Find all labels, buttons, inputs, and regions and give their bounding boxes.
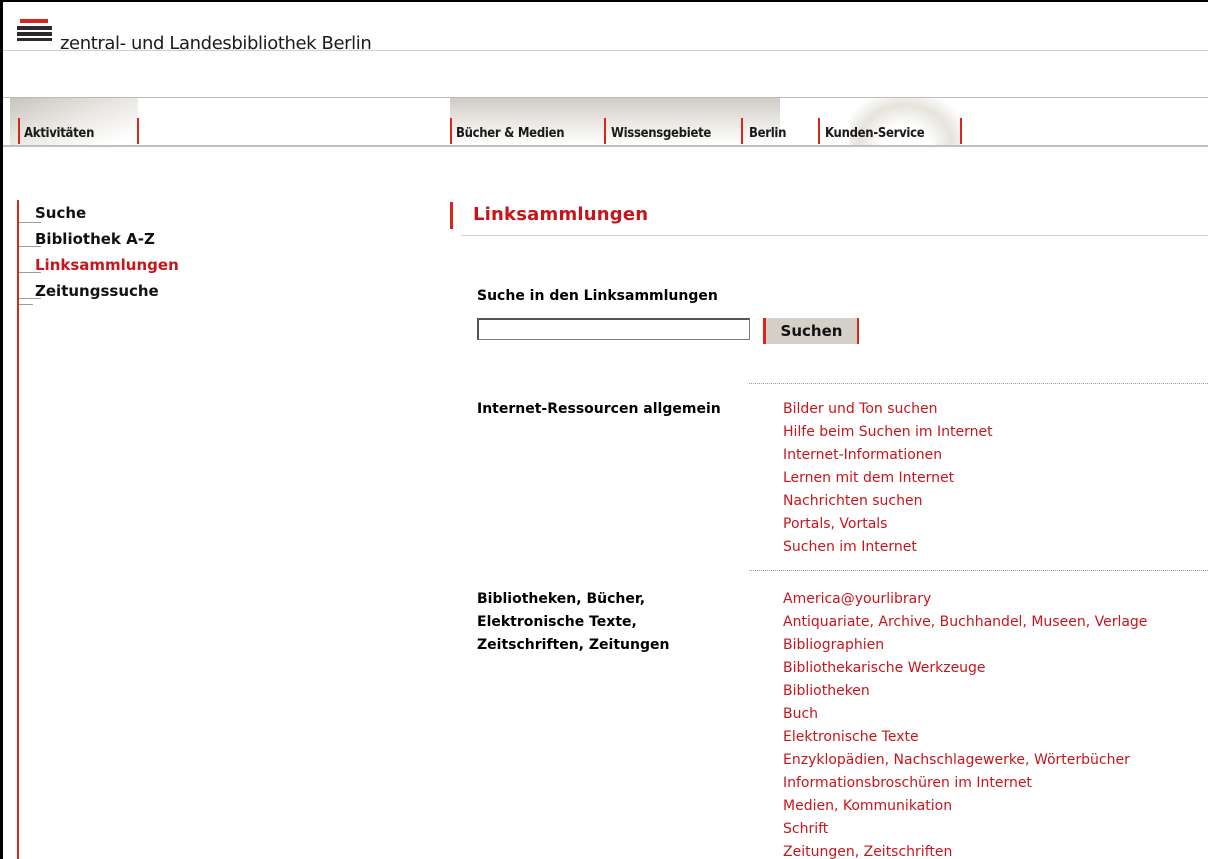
category-label-bibliotheken: Bibliotheken, Bücher, Elektronische Text…	[477, 588, 669, 657]
sidebar-item-suche[interactable]: Suche	[35, 204, 86, 222]
list-item-link[interactable]: Portals, Vortals	[783, 513, 993, 536]
list-item-link[interactable]: Bilder und Ton suchen	[783, 398, 993, 421]
nav-separator	[18, 118, 20, 144]
section-divider	[749, 383, 1208, 384]
window-frame-left	[0, 0, 3, 859]
sidebar-item-linksammlungen[interactable]: Linksammlungen	[35, 256, 179, 274]
sidebar-tick	[19, 304, 33, 305]
title-divider	[461, 235, 1208, 236]
window-frame-top	[0, 0, 1208, 2]
sidebar-item-bibliothek-a-z[interactable]: Bibliothek A-Z	[35, 230, 155, 248]
nav-item-kunden-service[interactable]: Kunden-Service	[825, 126, 925, 141]
sidebar-tick	[19, 222, 41, 223]
page-title: Linksammlungen	[473, 204, 649, 225]
list-item-link[interactable]: Elektronische Texte	[783, 726, 1147, 749]
nav-item-aktivitaeten[interactable]: Aktivitäten	[24, 126, 94, 141]
list-item-link[interactable]: Bibliotheken	[783, 680, 1147, 703]
link-list-bibliotheken: America@yourlibrary Antiquariate, Archiv…	[783, 588, 1147, 859]
list-item-link[interactable]: Zeitungen, Zeitschriften	[783, 841, 1147, 859]
nav-separator	[960, 118, 962, 144]
nav-separator	[450, 118, 452, 144]
header-divider	[3, 50, 1208, 51]
section-divider	[749, 570, 1208, 571]
list-item-link[interactable]: Buch	[783, 703, 1147, 726]
list-item-link[interactable]: Bibliothekarische Werkzeuge	[783, 657, 1147, 680]
link-list-internet-ressourcen: Bilder und Ton suchen Hilfe beim Suchen …	[783, 398, 993, 559]
list-item-link[interactable]: America@yourlibrary	[783, 588, 1147, 611]
nav-bottom-divider	[3, 145, 1208, 147]
list-item-link[interactable]: Medien, Kommunikation	[783, 795, 1147, 818]
list-item-link[interactable]: Hilfe beim Suchen im Internet	[783, 421, 993, 444]
list-item-link[interactable]: Enzyklopädien, Nachschlagewerke, Wörterb…	[783, 749, 1147, 772]
list-item-link[interactable]: Nachrichten suchen	[783, 490, 993, 513]
list-item-link[interactable]: Informationsbroschüren im Internet	[783, 772, 1147, 795]
nav-item-wissensgebiete[interactable]: Wissensgebiete	[611, 126, 711, 141]
category-label-line: Internet-Ressourcen allgemein	[477, 401, 721, 417]
search-button[interactable]: Suchen	[763, 318, 859, 344]
nav-separator	[137, 118, 139, 144]
search-input[interactable]	[477, 318, 750, 340]
library-logo-icon[interactable]	[17, 19, 52, 41]
sidebar-item-zeitungssuche[interactable]: Zeitungssuche	[35, 282, 159, 300]
list-item-link[interactable]: Antiquariate, Archive, Buchhandel, Musee…	[783, 611, 1147, 634]
nav-item-buecher-medien[interactable]: Bücher & Medien	[456, 126, 565, 141]
category-label-line: Bibliotheken, Bücher,	[477, 591, 646, 607]
nav-separator	[741, 118, 743, 144]
list-item-link[interactable]: Bibliographien	[783, 634, 1147, 657]
category-label-internet-ressourcen: Internet-Ressourcen allgemein	[477, 398, 721, 421]
search-label: Suche in den Linksammlungen	[477, 288, 718, 304]
list-item-link[interactable]: Schrift	[783, 818, 1147, 841]
category-label-line: Zeitschriften, Zeitungen	[477, 637, 670, 653]
nav-item-berlin[interactable]: Berlin	[749, 126, 786, 141]
nav-separator	[818, 118, 820, 144]
category-label-line: Elektronische Texte,	[477, 614, 637, 630]
list-item-link[interactable]: Lernen mit dem Internet	[783, 467, 993, 490]
list-item-link[interactable]: Suchen im Internet	[783, 536, 993, 559]
title-accent-bar	[450, 202, 453, 229]
list-item-link[interactable]: Internet-Informationen	[783, 444, 993, 467]
nav-separator	[604, 118, 606, 144]
